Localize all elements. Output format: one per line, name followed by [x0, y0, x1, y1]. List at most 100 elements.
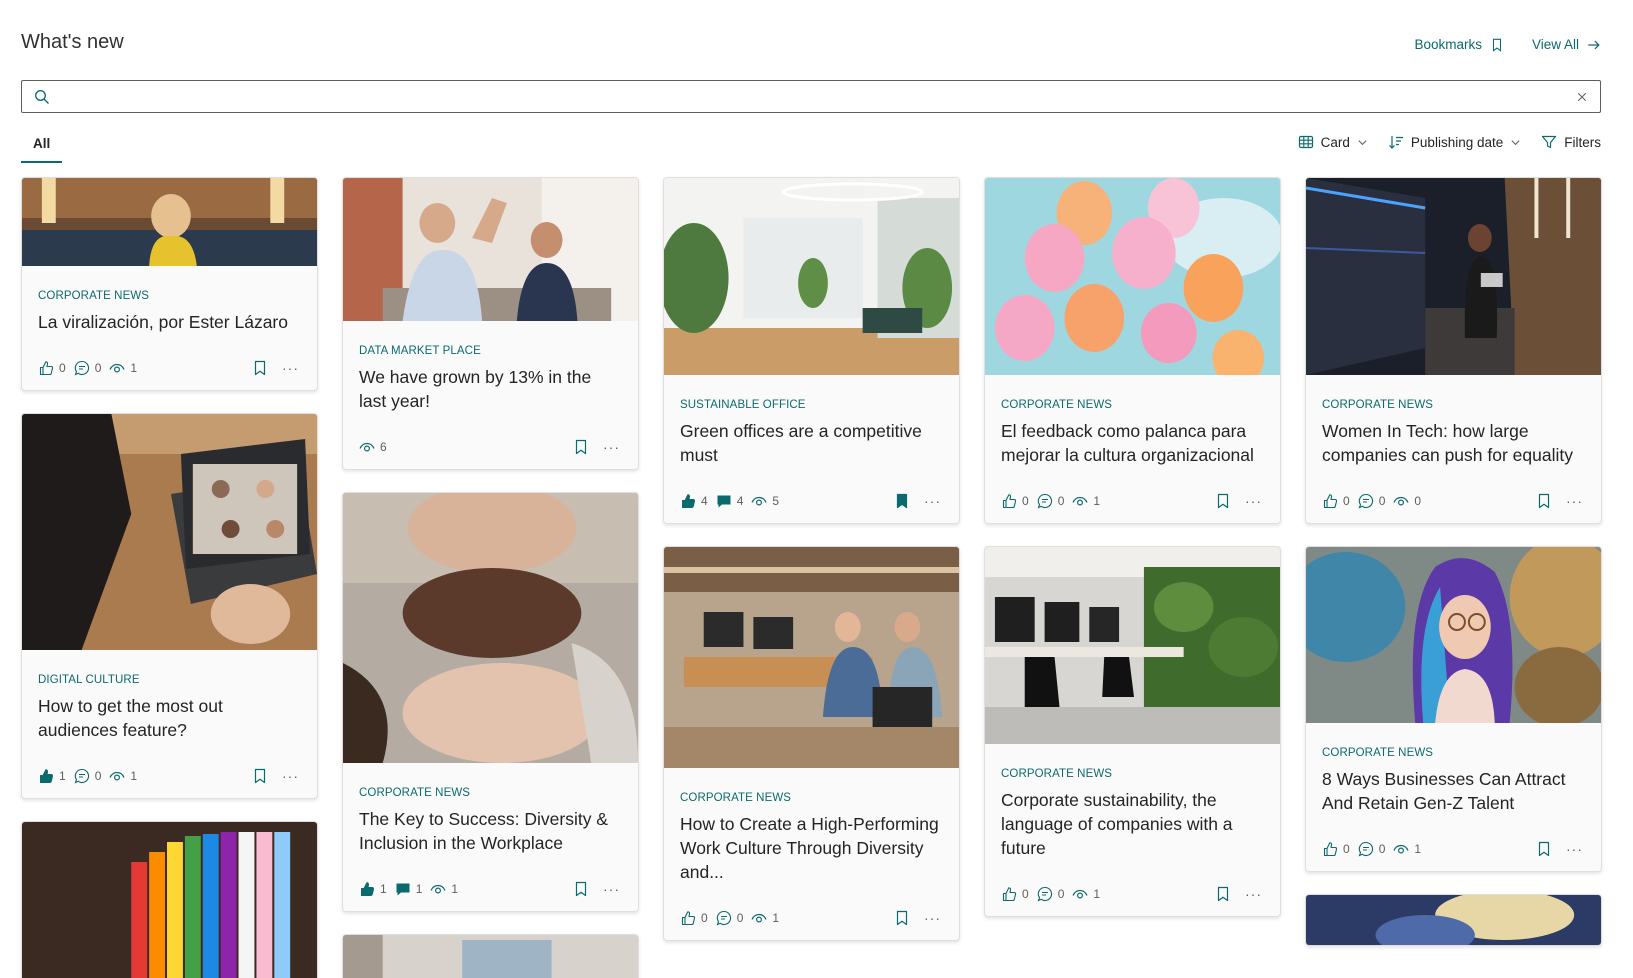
news-stats: 0 0 0 ···: [1322, 491, 1585, 511]
likes-count: 0: [59, 361, 66, 375]
news-thumbnail: [22, 178, 317, 266]
news-title[interactable]: Corporate sustainability, the language o…: [1001, 788, 1264, 860]
news-title[interactable]: How to Create a High-Performing Work Cul…: [680, 812, 943, 884]
tab-all[interactable]: All: [21, 129, 63, 163]
likes-stat[interactable]: 1: [38, 768, 66, 784]
news-card[interactable]: SUSTAINABLE OFFICE Green offices are a c…: [663, 177, 960, 524]
more-options-icon[interactable]: ···: [603, 440, 620, 454]
more-options-icon[interactable]: ···: [282, 769, 299, 783]
news-title[interactable]: Green offices are a competitive must: [680, 419, 943, 467]
views-count: 1: [1093, 494, 1101, 508]
eye-icon: [109, 771, 125, 781]
bookmark-icon[interactable]: [894, 910, 910, 926]
bookmarks-link[interactable]: Bookmarks: [1414, 37, 1504, 52]
news-stats: 0 0 1 ···: [38, 358, 301, 378]
comments-count: 0: [94, 361, 102, 375]
more-options-icon[interactable]: ···: [1245, 494, 1262, 508]
news-card[interactable]: CORPORATE NEWS The Key to Success: Diver…: [342, 492, 639, 912]
bookmark-filled-icon[interactable]: [894, 493, 910, 509]
likes-stat[interactable]: 1: [359, 881, 387, 897]
likes-count: 0: [701, 911, 708, 925]
comments-stat[interactable]: 4: [716, 493, 743, 509]
more-options-icon[interactable]: ···: [1566, 494, 1583, 508]
comments-stat[interactable]: 0: [74, 768, 102, 784]
more-options-icon[interactable]: ···: [1566, 842, 1583, 856]
search-box[interactable]: [21, 80, 1601, 113]
sort-dropdown[interactable]: Publishing date: [1388, 134, 1521, 150]
search-input[interactable]: [60, 88, 1576, 105]
likes-stat[interactable]: 0: [1322, 841, 1350, 857]
news-card[interactable]: CORPORATE NEWS La viralización, por Este…: [21, 177, 318, 391]
bookmark-icon[interactable]: [573, 439, 589, 455]
likes-stat[interactable]: 0: [1001, 886, 1029, 902]
likes-stat[interactable]: 0: [38, 360, 66, 376]
likes-count: 0: [1343, 494, 1350, 508]
comments-stat[interactable]: 0: [1358, 493, 1386, 509]
eye-icon: [1393, 844, 1409, 854]
likes-stat[interactable]: 0: [1001, 493, 1029, 509]
comment-icon: [1037, 886, 1052, 902]
news-thumbnail: [664, 547, 959, 768]
news-card[interactable]: DIGITAL CULTURE How to get the most out …: [21, 413, 318, 799]
like-icon-filled: [361, 882, 375, 896]
view-all-link[interactable]: View All: [1532, 37, 1601, 52]
comment-icon: [74, 360, 89, 376]
news-category: CORPORATE NEWS: [1001, 399, 1113, 411]
views-count: 1: [1093, 887, 1101, 901]
likes-stat[interactable]: 4: [680, 493, 708, 509]
comments-stat[interactable]: 0: [74, 360, 102, 376]
comments-count: 0: [94, 769, 102, 783]
likes-count: 1: [380, 882, 387, 896]
more-options-icon[interactable]: ···: [924, 494, 941, 508]
news-card[interactable]: CORPORATE NEWS El feedback como palanca …: [984, 177, 1281, 524]
comments-stat[interactable]: 1: [395, 881, 422, 897]
comments-stat[interactable]: 0: [1358, 841, 1385, 857]
news-title[interactable]: El feedback como palanca para mejorar la…: [1001, 419, 1264, 467]
news-title[interactable]: We have grown by 13% in the last year!: [359, 365, 622, 413]
news-card[interactable]: CORPORATE NEWS How to Create a High-Perf…: [663, 546, 960, 941]
bookmark-icon[interactable]: [1536, 841, 1552, 857]
news-title[interactable]: The Key to Success: Diversity & Inclusio…: [359, 807, 622, 855]
news-column-4: CORPORATE NEWS El feedback como palanca …: [984, 177, 1281, 939]
view-mode-dropdown[interactable]: Card: [1298, 134, 1368, 150]
more-options-icon[interactable]: ···: [924, 911, 941, 925]
comments-stat[interactable]: 0: [1037, 886, 1064, 902]
more-options-icon[interactable]: ···: [1245, 887, 1262, 901]
comments-stat[interactable]: 0: [1037, 493, 1064, 509]
views-stat: 1: [109, 360, 137, 376]
comment-icon: [74, 768, 89, 784]
more-options-icon[interactable]: ···: [282, 361, 299, 375]
news-category: DATA MARKET PLACE: [359, 345, 481, 357]
likes-stat[interactable]: 0: [680, 910, 708, 926]
bookmark-icon[interactable]: [1215, 493, 1231, 509]
likes-count: 0: [1022, 887, 1029, 901]
news-thumbnail: [985, 547, 1280, 744]
news-card[interactable]: CORPORATE NEWS Corporate sustainability,…: [984, 546, 1281, 917]
news-card[interactable]: CORPORATE NEWS Women In Tech: how large …: [1305, 177, 1602, 524]
clear-search-icon[interactable]: [1576, 91, 1588, 103]
likes-stat[interactable]: 0: [1322, 493, 1350, 509]
more-options-icon[interactable]: ···: [603, 882, 620, 896]
news-card[interactable]: CORPORATE NEWS 8 Ways Businesses Can Att…: [1305, 546, 1602, 872]
eye-icon: [1072, 889, 1088, 899]
news-card[interactable]: [1305, 894, 1602, 946]
view-all-label: View All: [1531, 37, 1579, 52]
news-stats: 1 0 1 ···: [38, 766, 301, 786]
news-title[interactable]: 8 Ways Businesses Can Attract And Retain…: [1322, 767, 1585, 815]
news-card[interactable]: [21, 821, 318, 978]
news-card[interactable]: DATA MARKET PLACE We have grown by 13% i…: [342, 177, 639, 470]
news-category: CORPORATE NEWS: [680, 792, 792, 804]
bookmark-icon[interactable]: [252, 360, 268, 376]
news-card[interactable]: [342, 934, 639, 978]
bookmark-icon[interactable]: [573, 881, 589, 897]
comments-count: 0: [1378, 494, 1386, 508]
filters-button[interactable]: Filters: [1541, 134, 1601, 150]
news-title[interactable]: Women In Tech: how large companies can p…: [1322, 419, 1585, 467]
bookmark-icon[interactable]: [1215, 886, 1231, 902]
news-title[interactable]: How to get the most out audiences featur…: [38, 694, 301, 742]
bookmark-icon[interactable]: [252, 768, 268, 784]
news-stats: 0 0 1 ···: [680, 908, 943, 928]
bookmark-icon[interactable]: [1536, 493, 1552, 509]
news-title[interactable]: La viralización, por Ester Lázaro: [38, 310, 301, 334]
comments-stat[interactable]: 0: [716, 910, 743, 926]
